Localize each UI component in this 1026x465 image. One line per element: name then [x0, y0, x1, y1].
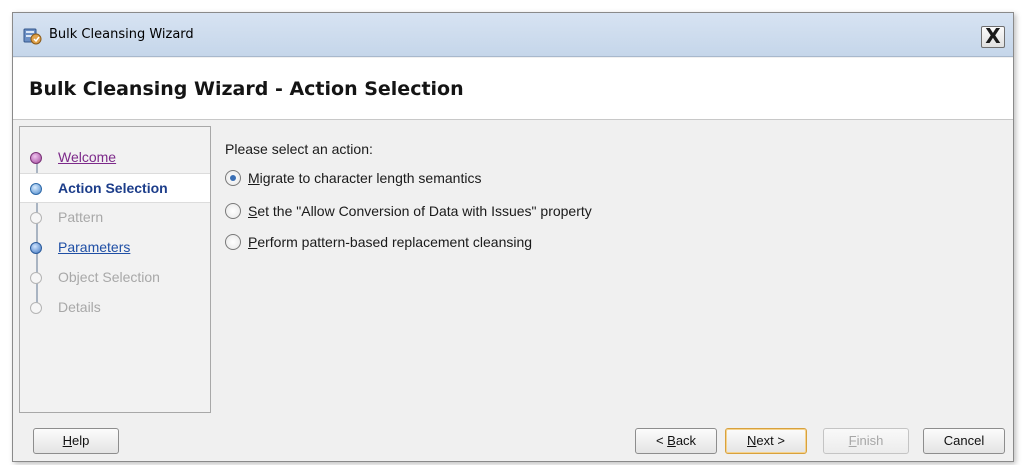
step-label[interactable]: Welcome — [58, 149, 116, 165]
step-welcome[interactable]: Welcome — [20, 143, 210, 173]
step-action-selection: Action Selection — [20, 173, 210, 203]
step-label: Object Selection — [58, 269, 160, 285]
step-label: Action Selection — [58, 180, 168, 196]
finish-button: Finish — [823, 428, 909, 454]
step-disabled-icon — [30, 212, 42, 224]
title-bar[interactable]: Bulk Cleansing Wizard X — [13, 13, 1013, 57]
back-button[interactable]: < Back — [635, 428, 717, 454]
option-label: Migrate to character length semantics — [248, 170, 482, 186]
option-label: Perform pattern-based replacement cleans… — [248, 234, 533, 250]
radio-unchecked-icon[interactable] — [225, 234, 241, 250]
step-disabled-icon — [30, 302, 42, 314]
step-label: Pattern — [58, 209, 104, 225]
option-pattern-replacement[interactable]: Perform pattern-based replacement cleans… — [225, 231, 532, 253]
step-disabled-icon — [30, 272, 42, 284]
close-button[interactable]: X — [981, 26, 1005, 48]
option-label: Set the "Allow Conversion of Data with I… — [248, 203, 592, 219]
wizard-app-icon — [23, 28, 42, 45]
wizard-header: Bulk Cleansing Wizard - Action Selection — [13, 58, 1013, 120]
step-details: Details — [20, 293, 210, 323]
window-title: Bulk Cleansing Wizard — [49, 27, 194, 42]
step-label[interactable]: Parameters — [58, 239, 130, 255]
action-selection-content: Please select an action: Migrate to char… — [225, 141, 985, 341]
step-pattern: Pattern — [20, 203, 210, 233]
step-label: Details — [58, 299, 101, 315]
step-parameters[interactable]: Parameters — [20, 233, 210, 263]
step-object-selection: Object Selection — [20, 263, 210, 293]
action-prompt: Please select an action: — [225, 141, 373, 157]
help-button[interactable]: Help — [33, 428, 119, 454]
step-link-icon — [30, 242, 42, 254]
step-visited-icon — [30, 152, 42, 164]
cancel-button[interactable]: Cancel — [923, 428, 1005, 454]
radio-checked-icon[interactable] — [225, 170, 241, 186]
next-button[interactable]: Next > — [725, 428, 807, 454]
close-icon: X — [985, 24, 1001, 48]
option-allow-conversion-property[interactable]: Set the "Allow Conversion of Data with I… — [225, 200, 592, 222]
step-current-icon — [30, 183, 42, 195]
wizard-steps-panel: Welcome Action Selection Pattern Paramet… — [19, 126, 211, 413]
option-migrate-char-semantics[interactable]: Migrate to character length semantics — [225, 167, 481, 189]
page-title: Bulk Cleansing Wizard - Action Selection — [29, 78, 464, 100]
radio-unchecked-icon[interactable] — [225, 203, 241, 219]
bulk-cleansing-wizard-dialog: Bulk Cleansing Wizard X Bulk Cleansing W… — [12, 12, 1014, 462]
